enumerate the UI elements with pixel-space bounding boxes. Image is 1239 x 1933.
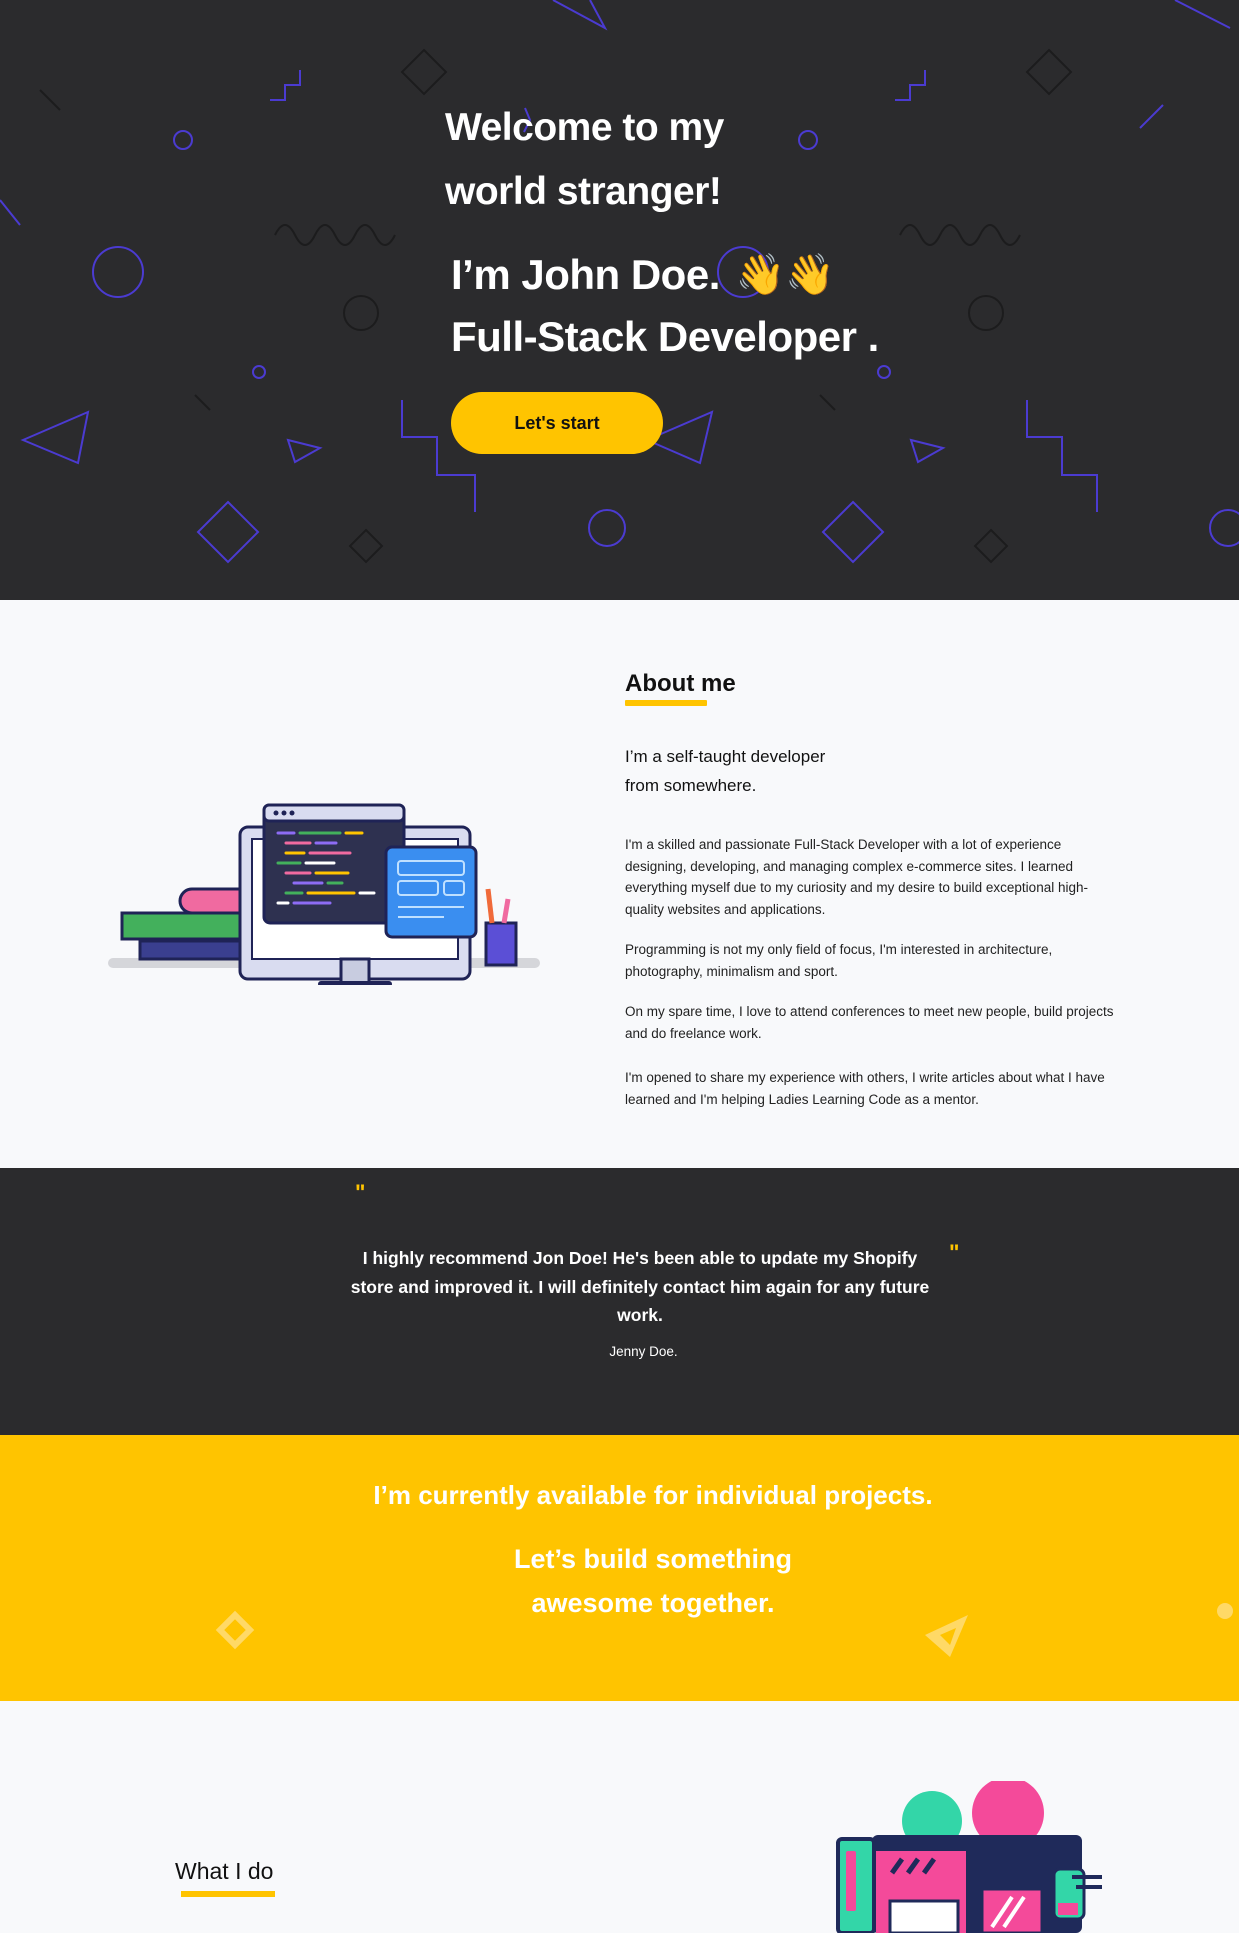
design-tools-illustration (836, 1781, 1102, 1933)
hero-section: Welcome to my world stranger! I’m John D… (0, 0, 1239, 600)
testimonial-text: I highly recommend Jon Doe! He's been ab… (350, 1248, 930, 1325)
about-title-underline (625, 700, 707, 706)
build-line-1: Let’s build something (513, 1544, 792, 1574)
build-heading: Let’s build something awesome together. (0, 1537, 1239, 1625)
hero-welcome-heading: Welcome to my world stranger! (445, 96, 1145, 224)
about-paragraph-3: On my spare time, I love to attend confe… (625, 1004, 1114, 1041)
quote-open-icon: " (355, 1180, 366, 1205)
quote-close-icon: " (949, 1240, 960, 1265)
testimonial-section: " I highly recommend Jon Doe! He's been … (0, 1168, 1239, 1435)
about-text-block: About me I’m a self-taught developer fro… (625, 670, 1115, 1110)
hero-name: I’m John Doe. (451, 251, 720, 298)
hero-intro: I’m John Doe. 👋👋 Full-Stack Developer . (451, 244, 1145, 368)
welcome-line-1: Welcome to my (445, 106, 724, 149)
testimonial-author: Jenny Doe. (609, 1344, 678, 1359)
about-paragraph-2: Programming is not my only field of focu… (625, 942, 1053, 979)
about-subtitle-line-1: I’m a self-taught developer (625, 747, 826, 766)
about-title: About me (625, 670, 736, 697)
about-subtitle-line-2: from somewhere. (625, 776, 757, 795)
hero-content: Welcome to my world stranger! I’m John D… (445, 96, 1145, 454)
developer-workstation-illustration (108, 803, 540, 985)
about-subtitle: I’m a self-taught developer from somewhe… (625, 742, 1115, 800)
lets-start-button[interactable]: Let's start (451, 392, 663, 454)
availability-line: I’m currently available for individual p… (373, 1480, 933, 1510)
about-section: About me I’m a self-taught developer fro… (0, 600, 1239, 1168)
about-paragraph-4: I'm opened to share my experience with o… (625, 1070, 1105, 1107)
wave-emoji-icon: 👋👋 (735, 253, 835, 297)
availability-section: I’m currently available for individual p… (0, 1435, 1239, 1701)
about-paragraph-1: I'm a skilled and passionate Full-Stack … (625, 837, 1088, 917)
welcome-line-2: world stranger! (445, 170, 722, 213)
what-i-do-underline (181, 1891, 275, 1897)
what-i-do-title: What I do (175, 1858, 274, 1884)
build-line-2: awesome together. (531, 1588, 775, 1618)
hero-role: Full-Stack Developer . (451, 313, 879, 360)
what-i-do-section: What I do (0, 1701, 1239, 1933)
